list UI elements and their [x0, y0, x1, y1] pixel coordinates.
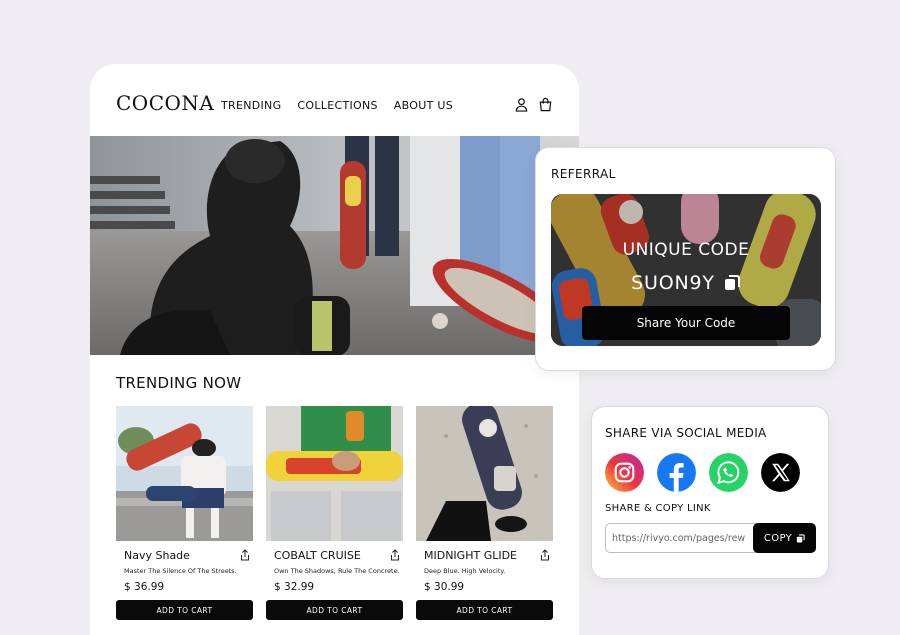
share-icon[interactable]	[239, 549, 251, 561]
social-share-card: SHARE VIA SOCIAL MEDIA SHARE & COPY LINK…	[591, 406, 829, 579]
product-price: $ 30.99	[424, 581, 465, 593]
x-icon[interactable]	[761, 453, 800, 492]
add-to-cart-button[interactable]: ADD TO CART	[416, 600, 553, 620]
copy-link-title: SHARE & COPY LINK	[605, 503, 711, 514]
product-price: $ 32.99	[274, 581, 315, 593]
product-price: $ 36.99	[124, 581, 165, 593]
product-tagline: Own The Shadows, Rule The Concrete.	[274, 567, 400, 575]
nav-links: TRENDING COLLECTIONS ABOUT US	[221, 99, 453, 112]
copy-icon[interactable]	[723, 274, 741, 292]
share-your-code-button[interactable]: Share Your Code	[582, 306, 790, 340]
shopping-bag-icon[interactable]	[538, 97, 553, 112]
copy-link-row: COPY	[605, 523, 816, 553]
brand-logo[interactable]: COCONA	[116, 91, 214, 115]
copy-icon	[797, 533, 805, 543]
share-link-input[interactable]	[605, 523, 765, 553]
product-name[interactable]: COBALT CRUISE	[274, 549, 395, 562]
product-image[interactable]	[416, 406, 553, 541]
copy-button-label: COPY	[763, 532, 793, 544]
user-icon[interactable]	[514, 97, 529, 112]
referral-code-row: SUON9Y	[551, 272, 821, 294]
add-to-cart-button[interactable]: ADD TO CART	[116, 600, 253, 620]
product-grid: Navy Shade Master The Silence Of The Str…	[116, 406, 553, 620]
nav-icons	[514, 97, 553, 112]
product-info: Navy Shade Master The Silence Of The Str…	[116, 541, 253, 600]
referral-code[interactable]: SUON9Y	[631, 272, 715, 294]
top-nav: COCONA TRENDING COLLECTIONS ABOUT US	[90, 64, 579, 136]
facebook-icon[interactable]	[657, 453, 696, 492]
social-title: SHARE VIA SOCIAL MEDIA	[605, 426, 767, 440]
share-icon[interactable]	[389, 549, 401, 561]
trending-title: TRENDING NOW	[116, 374, 242, 392]
social-icons	[605, 453, 800, 492]
product-image[interactable]	[116, 406, 253, 541]
nav-link-trending[interactable]: TRENDING	[221, 99, 281, 112]
referral-title: REFERRAL	[551, 167, 616, 181]
whatsapp-icon[interactable]	[709, 453, 748, 492]
share-icon[interactable]	[539, 549, 551, 561]
store-preview: COCONA TRENDING COLLECTIONS ABOUT US TRE…	[90, 64, 579, 635]
unique-code-label: UNIQUE CODE	[622, 240, 750, 260]
product-info: COBALT CRUISE Own The Shadows, Rule The …	[266, 541, 403, 600]
add-to-cart-button[interactable]: ADD TO CART	[266, 600, 403, 620]
instagram-icon[interactable]	[605, 453, 644, 492]
referral-banner: UNIQUE CODE SUON9Y Share Your Code	[551, 194, 821, 346]
product-name[interactable]: Navy Shade	[124, 549, 245, 562]
product-image[interactable]	[266, 406, 403, 541]
nav-link-collections[interactable]: COLLECTIONS	[297, 99, 377, 112]
product-tagline: Master The Silence Of The Streets.	[124, 567, 237, 575]
product-card: COBALT CRUISE Own The Shadows, Rule The …	[266, 406, 403, 620]
referral-card: REFERRAL UNIQUE CODE SUON9Y Share Your C…	[535, 147, 836, 371]
product-tagline: Deep Blue. High Velocity.	[424, 567, 506, 575]
copy-link-button[interactable]: COPY	[753, 523, 816, 553]
hero-image	[90, 136, 579, 355]
product-info: MIDNIGHT GLIDE Deep Blue. High Velocity.…	[416, 541, 553, 600]
product-card: MIDNIGHT GLIDE Deep Blue. High Velocity.…	[416, 406, 553, 620]
nav-link-about-us[interactable]: ABOUT US	[394, 99, 453, 112]
product-card: Navy Shade Master The Silence Of The Str…	[116, 406, 253, 620]
product-name[interactable]: MIDNIGHT GLIDE	[424, 549, 545, 562]
